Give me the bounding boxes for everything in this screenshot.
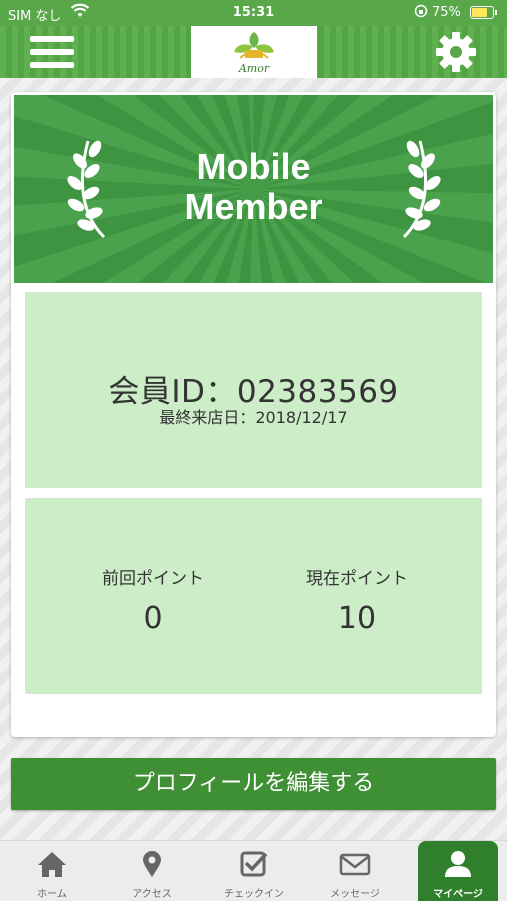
last-visit-date: 最終来店日：2018/12/17 [159,408,348,427]
tab-home[interactable]: ホーム [4,841,100,901]
tab-label: マイページ [433,889,483,900]
previous-points-value: 0 [143,601,163,636]
banner-title: Mobile Member [184,146,323,227]
app-header: Amor [0,26,507,78]
tab-mypage[interactable]: マイページ [418,841,498,901]
home-icon [38,852,66,877]
tab-label: アクセス [132,889,172,900]
current-points-value: 10 [337,601,377,636]
gear-icon[interactable] [434,30,478,74]
battery-icon [470,6,497,19]
current-points-label: 現在ポイント [306,569,408,589]
clock: 15:31 [232,5,275,20]
logo-text: Amor [238,62,270,75]
shop-logo: Amor [191,26,317,78]
hamburger-menu-icon[interactable] [30,34,74,70]
tab-label: チェックイン [224,889,284,900]
tab-checkin[interactable]: チェックイン [206,841,302,901]
previous-points-label: 前回ポイント [102,569,204,589]
member-card: Mobile Member 会員ID：02383569 最終来店日：2018/1… [11,92,496,737]
tab-label: ホーム [37,889,67,900]
tab-label: メッセージ [330,889,380,900]
status-bar: SIM なし 15:31 75% [0,0,507,26]
points-panel: 前回ポイント 0 現在ポイント 10 [25,498,482,694]
mail-icon [339,853,371,876]
checkin-icon [240,851,268,877]
previous-points: 前回ポイント 0 [53,564,253,636]
tab-message[interactable]: メッセージ [307,841,403,901]
current-points: 現在ポイント 10 [257,564,457,636]
map-pin-icon [143,851,161,877]
battery-percentage: 75% [432,5,461,20]
rotation-lock-icon [414,3,428,23]
edit-profile-button[interactable]: プロフィールを編集する [11,758,496,810]
member-banner: Mobile Member [14,95,493,283]
member-id-panel: 会員ID：02383569 最終来店日：2018/12/17 [25,292,482,488]
tab-access[interactable]: アクセス [104,841,200,901]
user-icon [445,851,471,877]
bottom-tab-bar: ホーム アクセス チェックイン メッセージ マイページ [0,840,507,901]
